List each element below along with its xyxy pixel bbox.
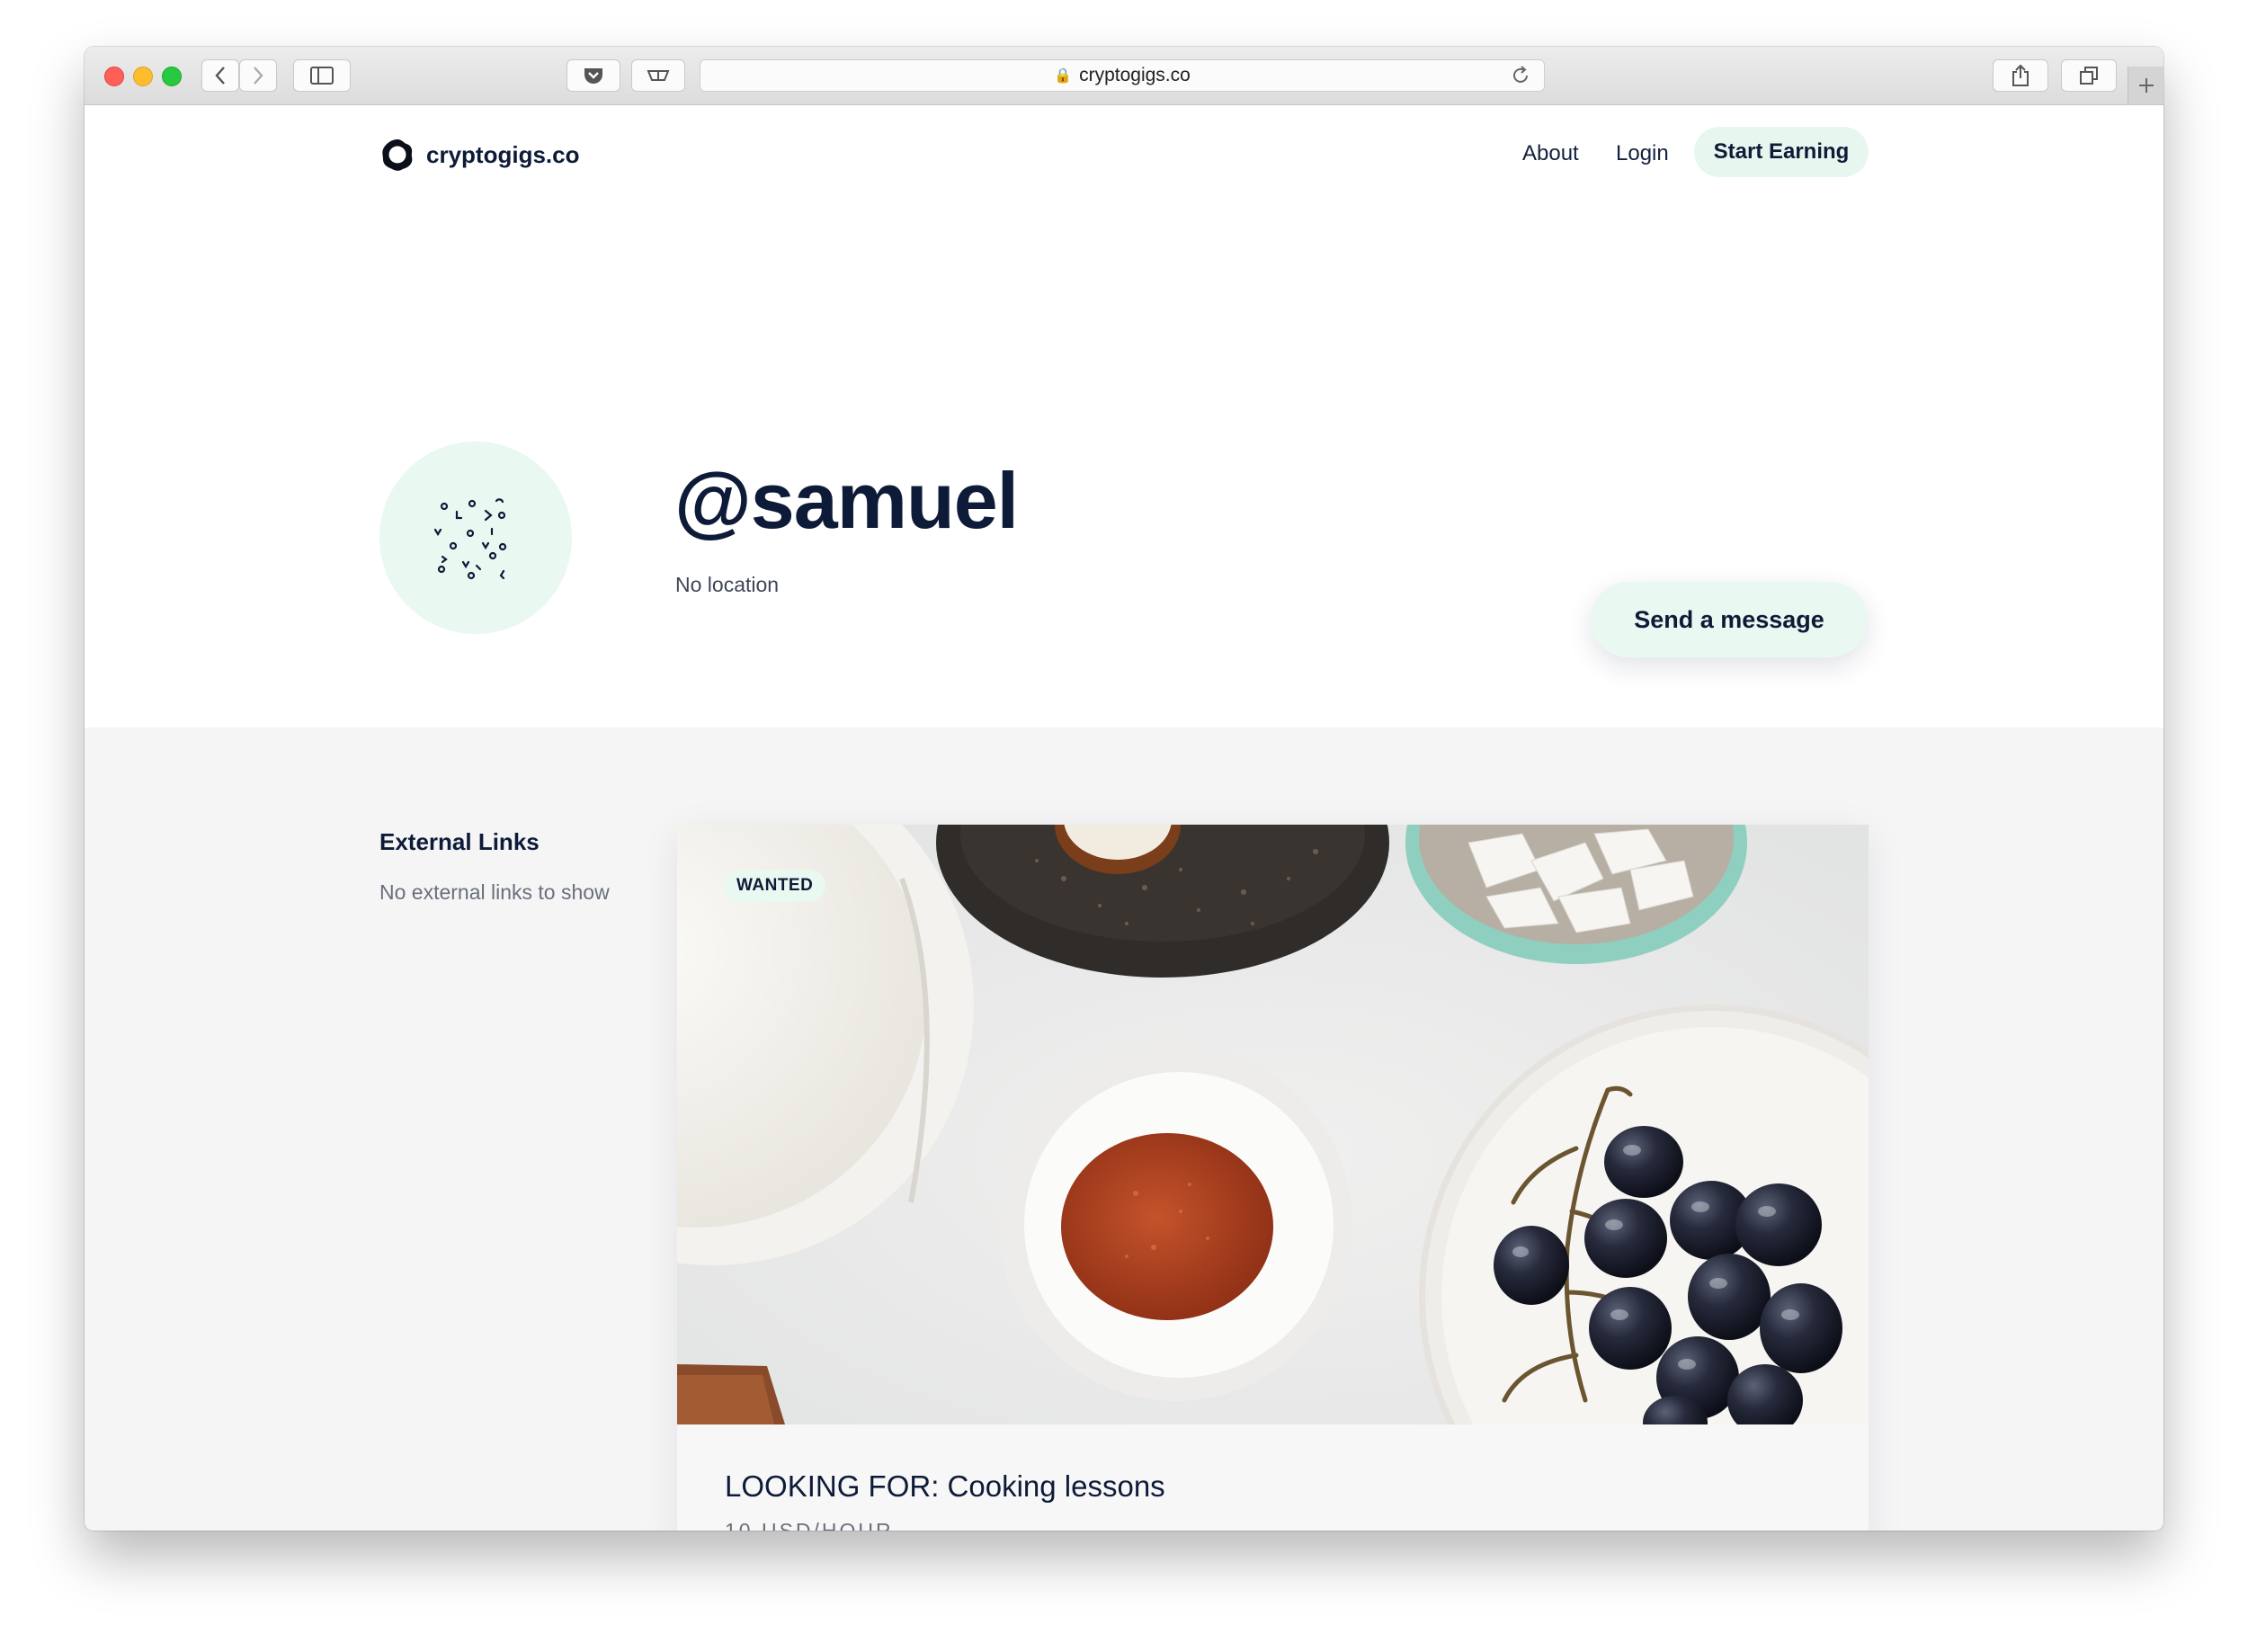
address-bar[interactable]: 🔒 cryptogigs.co [700, 59, 1545, 92]
site-header: cryptogigs.co About Login Start Earning [85, 105, 2163, 195]
share-button[interactable] [1993, 59, 2048, 92]
cryptogigs-logo-icon [382, 139, 413, 171]
close-window-button[interactable] [104, 67, 124, 86]
profile-location: No location [675, 573, 780, 596]
listing-title[interactable]: LOOKING FOR: Cooking lessons [725, 1469, 1165, 1504]
address-bar-url: cryptogigs.co [1079, 65, 1191, 85]
tabs-icon [2080, 67, 2098, 85]
start-earning-button[interactable]: Start Earning [1694, 127, 1869, 177]
nav-about-link[interactable]: About [1522, 141, 1579, 166]
brand-name: cryptogigs.co [426, 140, 580, 168]
sidebar-toggle-button[interactable] [293, 59, 351, 92]
web-page: cryptogigs.co About Login Start Earning [85, 105, 2163, 1531]
reading-list-button[interactable] [631, 59, 685, 92]
listing-card[interactable]: WANTED LOOKING FOR: Cooking lessons 10 U… [677, 825, 1869, 1531]
zoom-window-button[interactable] [162, 67, 182, 86]
forward-button[interactable] [239, 59, 277, 92]
brand-logo-link[interactable]: cryptogigs.co [379, 137, 579, 173]
reload-icon[interactable] [1510, 65, 1531, 86]
browser-window: 🔒 cryptogigs.co cryptogigs.co About Logi… [85, 47, 2163, 1531]
new-tab-button[interactable] [2128, 67, 2163, 104]
minimize-window-button[interactable] [133, 67, 153, 86]
profile-username: @samuel [674, 456, 1019, 545]
lock-icon: 🔒 [1054, 68, 1073, 84]
nav-login-link[interactable]: Login [1616, 141, 1669, 166]
profile-content: External Links No external links to show [85, 728, 2163, 1531]
back-button[interactable] [201, 59, 239, 92]
sidebar-icon [310, 67, 334, 85]
plus-icon [2139, 78, 2154, 93]
listing-rate: 10 USD/HOUR [725, 1519, 894, 1531]
glasses-icon [647, 70, 670, 81]
chevron-left-icon [215, 67, 225, 85]
send-message-button[interactable]: Send a message [1591, 582, 1868, 657]
tabs-overview-button[interactable] [2061, 59, 2117, 92]
pocket-button[interactable] [566, 59, 620, 92]
browser-toolbar: 🔒 cryptogigs.co [85, 47, 2163, 105]
share-icon [2012, 64, 2029, 86]
listing-image: WANTED [677, 825, 1869, 1424]
listing-status-badge: WANTED [724, 870, 826, 902]
avatar [379, 442, 572, 634]
avatar-pattern-icon [433, 498, 507, 580]
external-links-title: External Links [379, 828, 540, 855]
chevron-right-icon [254, 67, 263, 85]
profile-header: @samuel No location Send a message [85, 195, 2163, 728]
pocket-icon [584, 68, 602, 84]
food-photo-image [677, 825, 1869, 1424]
external-links-empty-text: No external links to show [379, 880, 610, 904]
